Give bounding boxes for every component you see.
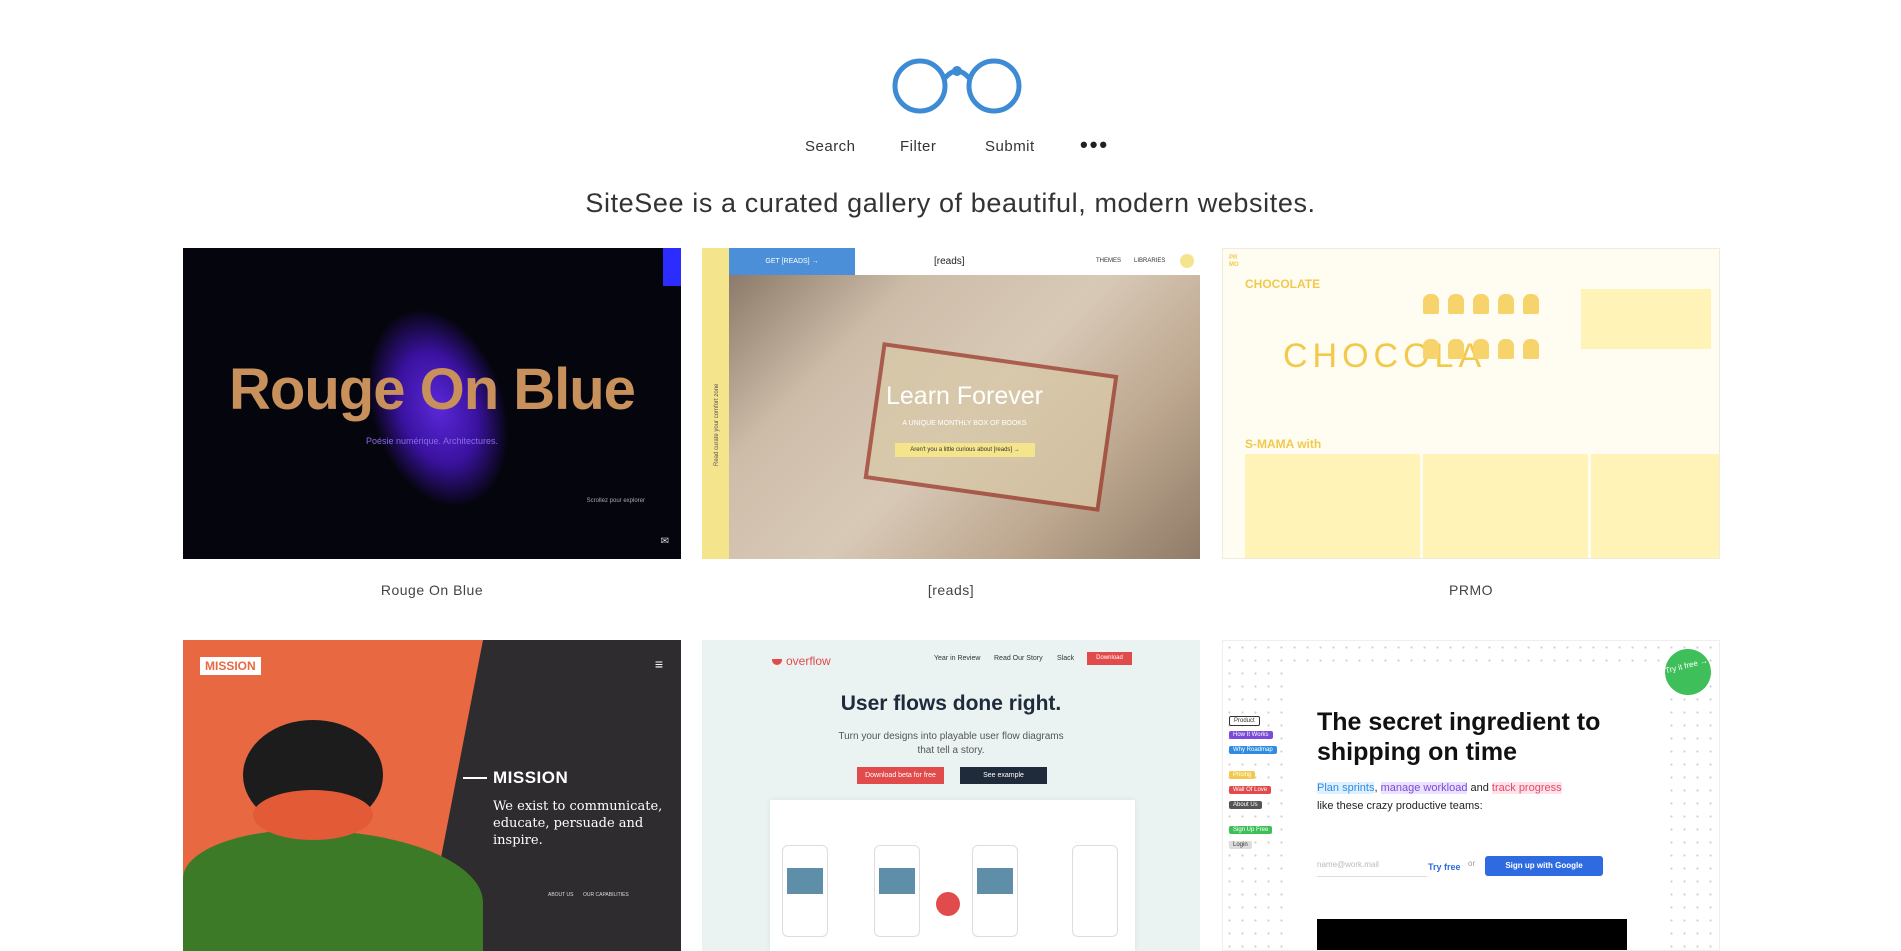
figure: [1473, 294, 1489, 314]
tagline: SiteSee is a curated gallery of beautifu…: [585, 188, 1316, 218]
preview-link-capabilities: OUR CAPABILITIES: [583, 892, 629, 898]
main-nav: Search Filter Submit •••: [0, 132, 1901, 158]
highlight-progress: track progress: [1491, 782, 1562, 794]
highlight-workload: manage workload: [1380, 782, 1468, 794]
figure: [1423, 339, 1439, 359]
preview-title: MISSION: [493, 768, 569, 787]
preview-section: S-MAMA with: [1245, 437, 1322, 451]
side-text: Read curate your comfort zone: [714, 383, 720, 466]
sitesee-glasses-logo[interactable]: [892, 56, 1022, 116]
card-caption[interactable]: [reads]: [702, 582, 1200, 598]
phone-mock: [782, 845, 828, 937]
preview-text-line2: like these crazy productive teams:: [1317, 800, 1483, 812]
preview-tag: Login: [1229, 841, 1252, 849]
overflow-logo: overflow: [772, 654, 831, 668]
mission-logo: MISSION: [199, 656, 262, 676]
preview-headline: Learn Forever: [885, 382, 1044, 410]
sep: ,: [1374, 782, 1381, 794]
hamburger-icon: ≡: [654, 656, 663, 672]
site-card-overflow[interactable]: overflow Year in Review Read Our Story S…: [702, 640, 1200, 951]
preview-email-input: name@work.mail: [1317, 860, 1427, 877]
preview-black-block: [1317, 919, 1627, 950]
figure: [1523, 339, 1539, 359]
figure: [1498, 339, 1514, 359]
figure: [1448, 339, 1464, 359]
cart-icon: [1180, 254, 1194, 268]
site-card-mission[interactable]: MISSION ≡ MISSION We exist to communicat…: [183, 640, 681, 951]
figure: [1473, 339, 1489, 359]
preview-headline: User flows done right.: [840, 692, 1062, 715]
figure: [1523, 294, 1539, 314]
play-icon: [936, 892, 960, 916]
site-card-prmo[interactable]: PR MO CHOCOLATE CHOCOLA S-MAMA with: [1222, 248, 1720, 559]
preview-cta: Aren't you a little curious about [reads…: [895, 443, 1035, 457]
nav-filter[interactable]: Filter: [900, 138, 936, 155]
preview-or: or: [1468, 859, 1476, 868]
phone-mock: [1072, 845, 1118, 937]
preview-headline: CHOCOLATE: [1245, 277, 1321, 291]
scroll-hint: Scrollez pour explorer: [586, 498, 645, 504]
preview-text: Turn your designs into playable user flo…: [838, 731, 1064, 756]
preview-link-about: ABOUT US: [548, 892, 574, 898]
preview-nav-libraries: LIBRARIES: [1134, 258, 1166, 264]
figure: [1498, 294, 1514, 314]
preview-tag: Sign Up Free: [1229, 826, 1273, 834]
preview-nav-themes: THEMES: [1096, 258, 1122, 264]
preview-google-button: Sign up with Google: [1485, 856, 1603, 876]
preview-tile: [1245, 454, 1420, 558]
prmo-logo: PR MO: [1229, 255, 1239, 268]
preview-tag: Pricing: [1229, 771, 1256, 779]
preview-nav-item: Year in Review: [934, 655, 981, 662]
preview-text: Plan sprints, manage workload and track …: [1317, 779, 1647, 815]
try-it-badge: Try it free →: [1660, 644, 1716, 700]
nav-search[interactable]: Search: [805, 138, 856, 155]
preview-tile: [1423, 454, 1588, 558]
preview-tile: [1581, 289, 1711, 349]
overflow-logo-text: overflow: [786, 654, 831, 668]
preview-headline: The secret ingredient to shipping on tim…: [1317, 708, 1601, 766]
preview-btn-example: See example: [960, 767, 1047, 784]
preview-tag: Why Roadmap: [1229, 746, 1277, 754]
preview-subtitle: Poésie numérique. Architectures.: [365, 436, 499, 446]
preview-subtitle: A UNIQUE MONTHLY BOX OF BOOKS: [902, 420, 1027, 427]
preview-tag: About Us: [1229, 801, 1262, 809]
mail-icon: ✉: [660, 536, 669, 547]
preview-headline: Rouge On Blue: [229, 357, 636, 422]
title-rule: [463, 777, 487, 779]
preview-brand: [reads]: [934, 256, 965, 267]
card-caption[interactable]: Rouge On Blue: [183, 582, 681, 598]
preview-btn-download: Download beta for free: [857, 767, 944, 784]
figure: [1423, 294, 1439, 314]
preview-tile: [1591, 454, 1719, 558]
get-reads-button: GET [READS] →: [729, 248, 855, 275]
more-menu-icon[interactable]: •••: [1080, 132, 1109, 158]
preview-nav-item: Slack: [1057, 655, 1075, 662]
nav-submit[interactable]: Submit: [985, 138, 1035, 155]
site-card-roadmap[interactable]: Product How It Works Why Roadmap Pricing…: [1222, 640, 1720, 951]
figure: [1448, 294, 1464, 314]
preview-text: We exist to communicate, educate, persua…: [493, 799, 663, 848]
preview-tag: How It Works: [1229, 731, 1273, 739]
preview-nav-item: Read Our Story: [994, 655, 1043, 662]
phone-mock: [874, 845, 920, 937]
preview-try-free: Try free: [1428, 862, 1461, 872]
grill-base-graphic: [253, 790, 373, 840]
highlight-plan: Plan sprints: [1317, 782, 1375, 794]
site-card-rouge-on-blue[interactable]: Rouge On Blue Poésie numérique. Architec…: [183, 248, 681, 559]
sep: and: [1467, 782, 1492, 794]
preview-download-button: Download: [1087, 652, 1132, 665]
phone-mock: [972, 845, 1018, 937]
site-card-reads[interactable]: Read curate your comfort zone GET [READS…: [702, 248, 1200, 559]
preview-tag: Wall Of Love: [1229, 786, 1272, 794]
side-logo: [663, 248, 681, 286]
preview-tag: Product: [1229, 716, 1260, 726]
card-caption[interactable]: PRMO: [1222, 582, 1720, 598]
